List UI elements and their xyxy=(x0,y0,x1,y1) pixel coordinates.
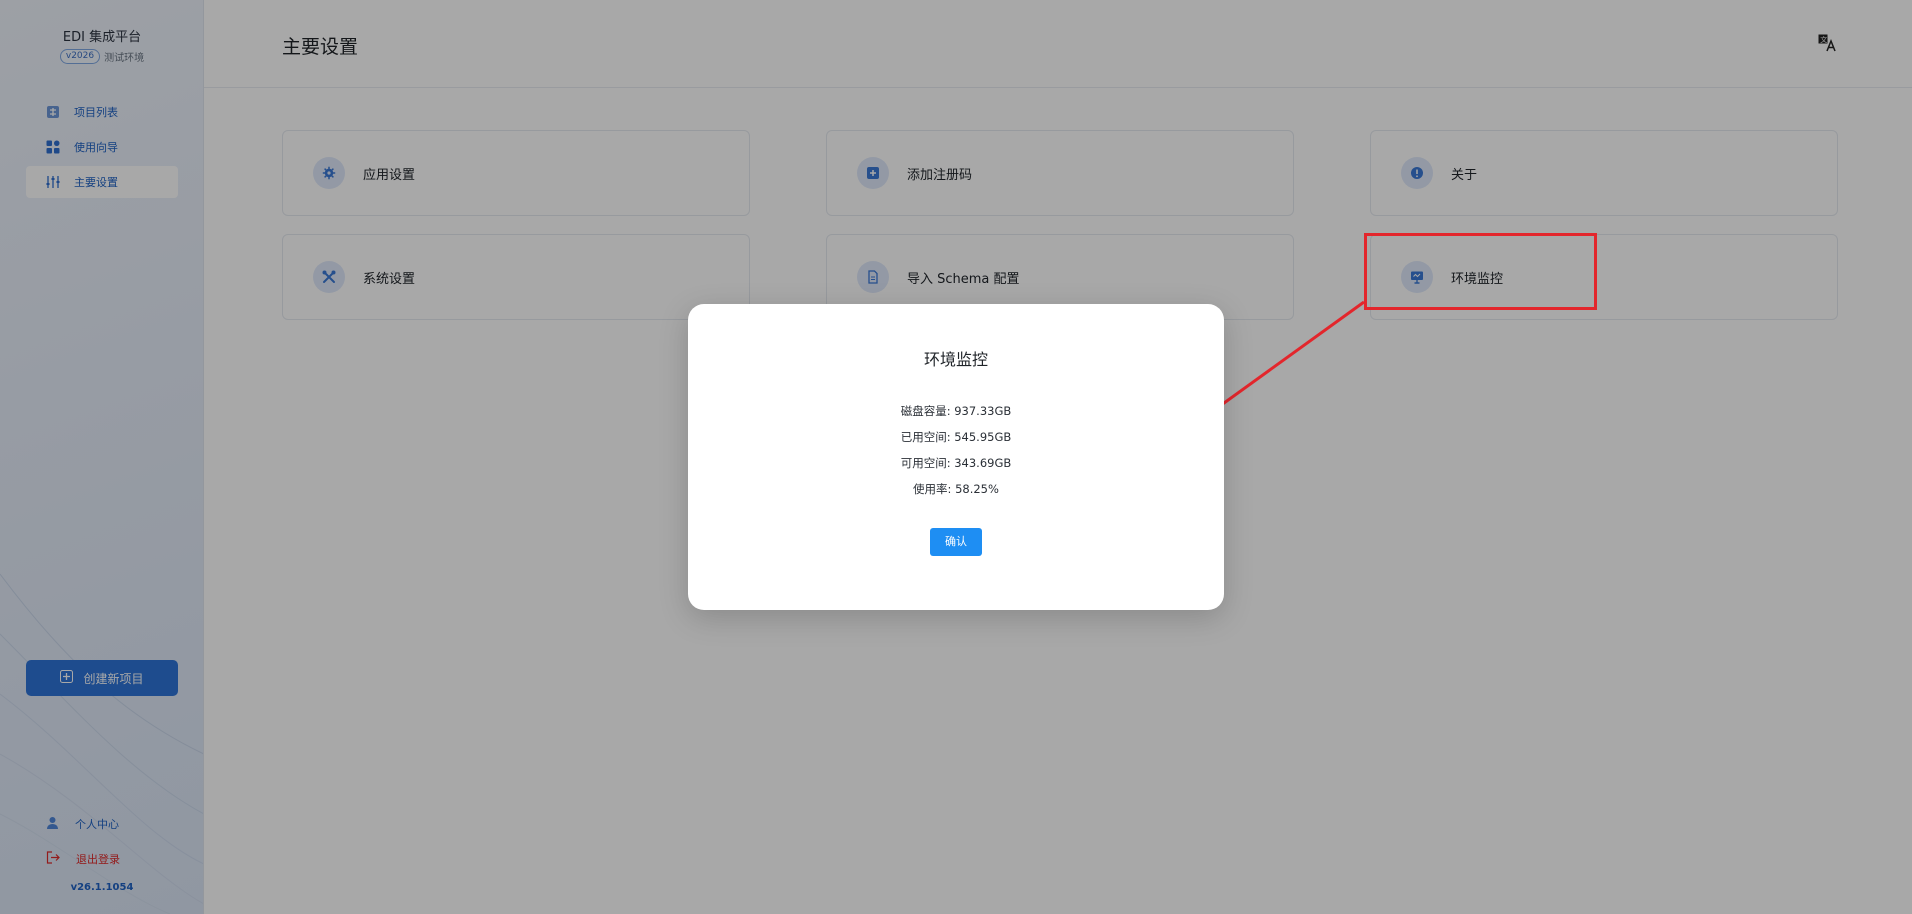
used-space-text: 已用空间: 545.95GB xyxy=(900,430,1012,444)
dialog-title: 环境监控 xyxy=(923,350,988,369)
app-window: EDI 集成平台 v2026 测试环境 项目列表 使用向导 主要设置 创建新项目… xyxy=(0,0,1912,914)
usage-rate-text: 使用率: 58.25% xyxy=(913,482,999,496)
free-space-text: 可用空间: 343.69GB xyxy=(900,456,1012,470)
dialog-stats: 磁盘容量: 937.33GB 已用空间: 545.95GB 可用空间: 343.… xyxy=(688,398,1224,502)
annotation-highlight-box xyxy=(1364,233,1597,310)
env-monitor-dialog: 环境监控 磁盘容量: 937.33GB 已用空间: 545.95GB 可用空间:… xyxy=(688,304,1224,610)
confirm-button[interactable]: 确认 xyxy=(930,528,982,556)
disk-capacity-text: 磁盘容量: 937.33GB xyxy=(900,404,1012,418)
